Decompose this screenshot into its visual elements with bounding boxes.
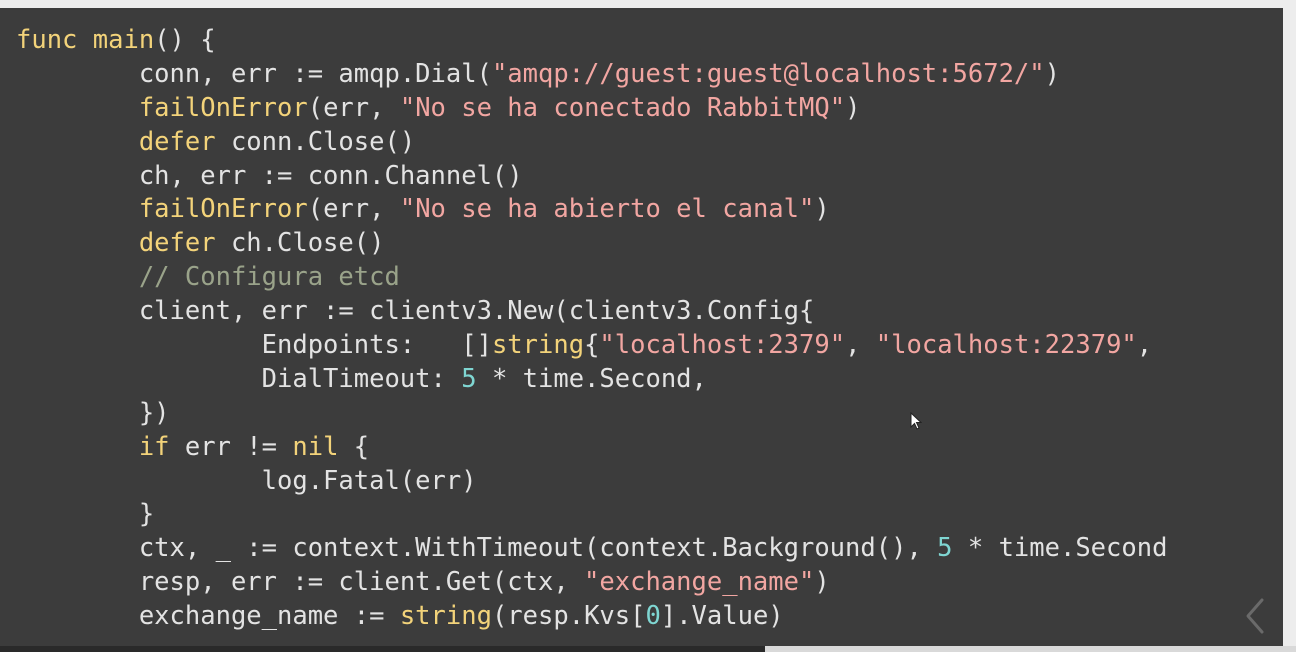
code-token-plain: ,	[1136, 330, 1153, 361]
mouse-pointer-icon	[910, 412, 922, 430]
code-line: DialTimeout: 5 * time.Second,	[16, 363, 1167, 397]
code-token-plain: )	[814, 194, 830, 225]
code-line: log.Fatal(err)	[16, 465, 1167, 499]
code-token-str: "localhost:2379"	[599, 330, 846, 361]
code-token-plain: )	[845, 92, 861, 123]
code-editor: func main() { conn, err := amqp.Dial("am…	[0, 8, 1283, 646]
code-token-str: "No se ha conectado RabbitMQ"	[399, 92, 846, 123]
chevron-left-icon[interactable]	[1242, 596, 1268, 636]
code-token-num: 0	[645, 601, 661, 632]
code-line: func main() {	[16, 24, 1167, 58]
code-token-plain: conn.Close()	[215, 126, 416, 157]
code-line: if err != nil {	[16, 431, 1167, 465]
progress-fill	[0, 646, 765, 652]
code-token-plain: ,	[845, 330, 876, 361]
slide-frame: func main() { conn, err := amqp.Dial("am…	[0, 0, 1296, 652]
code-line: failOnError(err, "No se ha conectado Rab…	[16, 92, 1167, 126]
bottom-progress-strip	[0, 646, 1296, 652]
code-line: // Configura etcd	[16, 261, 1167, 295]
code-token-plain: log.Fatal(err)	[261, 465, 477, 496]
code-token-fn: failOnError	[138, 92, 308, 123]
code-line: ctx, _ := context.WithTimeout(context.Ba…	[16, 532, 1168, 566]
code-token-kw: defer	[138, 228, 216, 259]
code-token-plain: {	[338, 431, 370, 462]
code-token-kw: string	[399, 601, 492, 632]
code-line: })	[16, 397, 1167, 431]
code-token-num: 5	[937, 533, 953, 564]
code-token-plain: exchange_name :=	[138, 601, 400, 632]
code-line: exchange_name := string(resp.Kvs[0].Valu…	[16, 600, 1167, 634]
code-token-plain: resp, err := client.Get(ctx,	[138, 567, 585, 598]
code-token-plain: }	[138, 499, 155, 530]
code-token-plain: err !=	[169, 431, 293, 462]
code-token-plain: client, err := clientv3.New(clientv3.Con…	[138, 296, 815, 327]
code-token-cmt: // Configura etcd	[138, 262, 400, 293]
code-token-str: "localhost:22379"	[875, 330, 1137, 361]
code-line: Endpoints: []string{"localhost:2379", "l…	[16, 329, 1167, 363]
code-token-plain: )	[814, 567, 830, 598]
code-token-plain: (err,	[307, 92, 400, 123]
code-token-plain: (resp.Kvs[	[491, 601, 646, 632]
code-line: defer ch.Close()	[16, 227, 1167, 261]
code-token-plain: ch, err := conn.Channel()	[138, 160, 523, 191]
code-token-fn: main	[92, 25, 155, 55]
code-token-plain: (err,	[307, 194, 400, 225]
code-line: defer conn.Close()	[16, 126, 1167, 160]
code-token-plain: )	[1044, 58, 1060, 89]
code-token-str: "exchange_name"	[584, 567, 815, 598]
code-token-plain: })	[138, 397, 170, 428]
code-token-plain: Endpoints: []	[261, 330, 492, 361]
code-token-plain: * time.Second	[952, 533, 1168, 564]
code-line: ch, err := conn.Channel()	[16, 160, 1167, 194]
code-token-plain: ].Value)	[660, 601, 784, 632]
code-token-plain: conn, err := amqp.Dial(	[138, 58, 492, 89]
code-line: }	[16, 498, 1167, 532]
code-token-plain: ctx, _ := context.WithTimeout(context.Ba…	[138, 533, 938, 564]
code-token-num: 5	[461, 363, 477, 394]
code-token-plain: ch.Close()	[215, 228, 385, 259]
code-token-kw: defer	[138, 126, 216, 157]
code-token-plain: DialTimeout:	[261, 363, 462, 394]
code-block: func main() { conn, err := amqp.Dial("am…	[16, 24, 1167, 634]
code-token-str: "No se ha abierto el canal"	[399, 194, 815, 225]
code-token-fn: failOnError	[138, 194, 308, 225]
code-line: resp, err := client.Get(ctx, "exchange_n…	[16, 566, 1167, 600]
code-token-str: "amqp://guest:guest@localhost:5672/"	[491, 58, 1045, 89]
code-token-plain: * time.Second,	[476, 363, 707, 394]
code-token-kw: if	[138, 431, 170, 462]
code-line: failOnError(err, "No se ha abierto el ca…	[16, 193, 1167, 227]
code-token-plain: () {	[154, 25, 216, 55]
code-token-plain: {	[584, 330, 600, 361]
code-line: client, err := clientv3.New(clientv3.Con…	[16, 295, 1167, 329]
code-line: conn, err := amqp.Dial("amqp://guest:gue…	[16, 58, 1167, 92]
code-token-kw: nil	[292, 431, 339, 462]
code-token-kw: func	[16, 25, 78, 55]
code-token-kw: string	[491, 330, 585, 361]
